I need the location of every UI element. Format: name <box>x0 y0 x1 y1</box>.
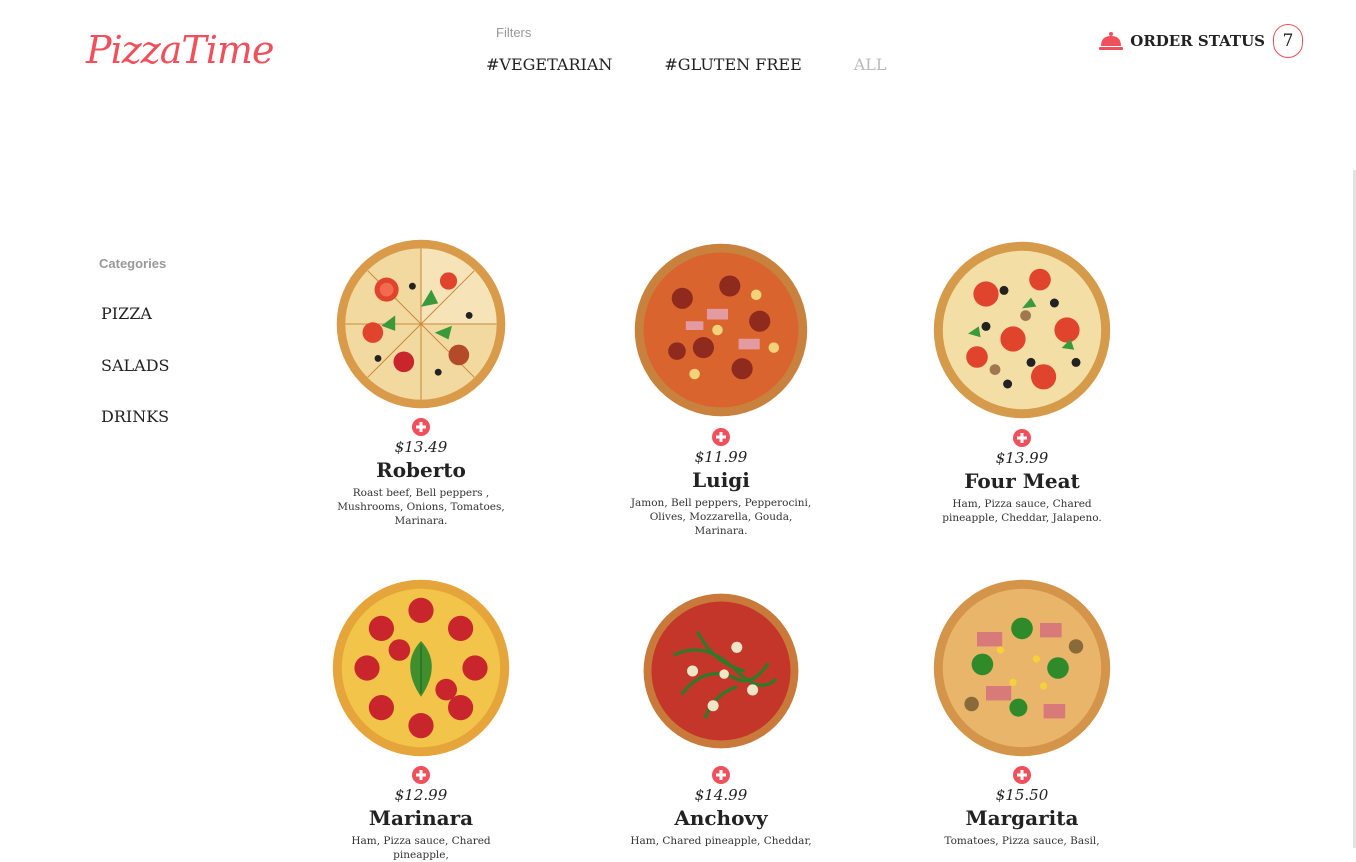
service-bell-icon <box>1099 32 1124 50</box>
add-to-cart-icon[interactable] <box>412 418 430 436</box>
pizza-image <box>634 243 808 417</box>
pizza-image <box>933 579 1111 757</box>
order-status-label: ORDER STATUS <box>1130 32 1265 50</box>
pizza-image <box>643 593 799 749</box>
product-price: $14.99 <box>694 786 748 804</box>
product-price: $12.99 <box>394 786 448 804</box>
product-ingredients: Tomatoes, Pizza sauce, Basil, <box>944 835 1100 847</box>
add-to-cart-icon[interactable] <box>712 766 730 784</box>
pizza-image <box>332 579 510 757</box>
product-ingredients: Jamon, Bell peppers, Pepperocini, Olives… <box>630 497 812 537</box>
product-price: $13.99 <box>995 449 1049 467</box>
product-ingredients: Ham, Chared pineapple, Cheddar, <box>630 835 812 847</box>
product-price: $13.49 <box>394 438 448 456</box>
add-to-cart-icon[interactable] <box>412 766 430 784</box>
product-name: Marinara <box>368 806 474 830</box>
product-price: $15.50 <box>995 786 1049 804</box>
order-count-badge: 7 <box>1273 24 1303 58</box>
product-card: $12.99 Marinara Ham, Pizza sauce, Chared… <box>291 578 551 862</box>
product-card: $13.99 Four Meat Ham, Pizza sauce, Chare… <box>892 240 1152 525</box>
add-to-cart-icon[interactable] <box>712 428 730 446</box>
categories-label: Categories <box>99 256 167 271</box>
product-card: $14.99 Anchovy Ham, Chared pineapple, Ch… <box>591 590 851 848</box>
product-card: $11.99 Luigi Jamon, Bell peppers, Pepper… <box>591 242 851 538</box>
filters-label: Filters <box>496 25 532 40</box>
product-ingredients: Ham, Pizza sauce, Chared pineapple, <box>351 835 491 861</box>
product-name: Margarita <box>965 806 1079 830</box>
product-card: $13.49 Roberto Roast beef, Bell peppers … <box>291 238 551 528</box>
product-name: Anchovy <box>674 806 768 830</box>
logo[interactable]: PizzaTime <box>86 28 274 72</box>
product-card: $15.50 Margarita Tomatoes, Pizza sauce, … <box>892 578 1152 848</box>
pizza-image <box>336 239 506 409</box>
category-list: PIZZA SALADS DRINKS <box>101 304 169 459</box>
filter-bar: #VEGETARIAN #GLUTEN FREE ALL <box>486 55 887 74</box>
category-drinks[interactable]: DRINKS <box>101 407 169 459</box>
add-to-cart-icon[interactable] <box>1013 429 1031 447</box>
category-pizza[interactable]: PIZZA <box>101 304 169 356</box>
product-name: Luigi <box>692 468 750 492</box>
product-name: Four Meat <box>964 469 1080 493</box>
filter-all[interactable]: ALL <box>854 55 887 74</box>
filter-vegetarian[interactable]: #VEGETARIAN <box>486 55 612 74</box>
product-ingredients: Ham, Pizza sauce, Chared pineapple, Ched… <box>942 498 1102 524</box>
order-status-button[interactable]: ORDER STATUS 7 <box>1098 24 1303 58</box>
product-name: Roberto <box>376 458 466 482</box>
add-to-cart-icon[interactable] <box>1013 766 1031 784</box>
product-ingredients: Roast beef, Bell peppers , Mushrooms, On… <box>337 487 505 527</box>
pizza-image <box>933 241 1111 419</box>
filter-gluten-free[interactable]: #GLUTEN FREE <box>664 55 801 74</box>
category-salads[interactable]: SALADS <box>101 356 169 408</box>
product-price: $11.99 <box>694 448 748 466</box>
